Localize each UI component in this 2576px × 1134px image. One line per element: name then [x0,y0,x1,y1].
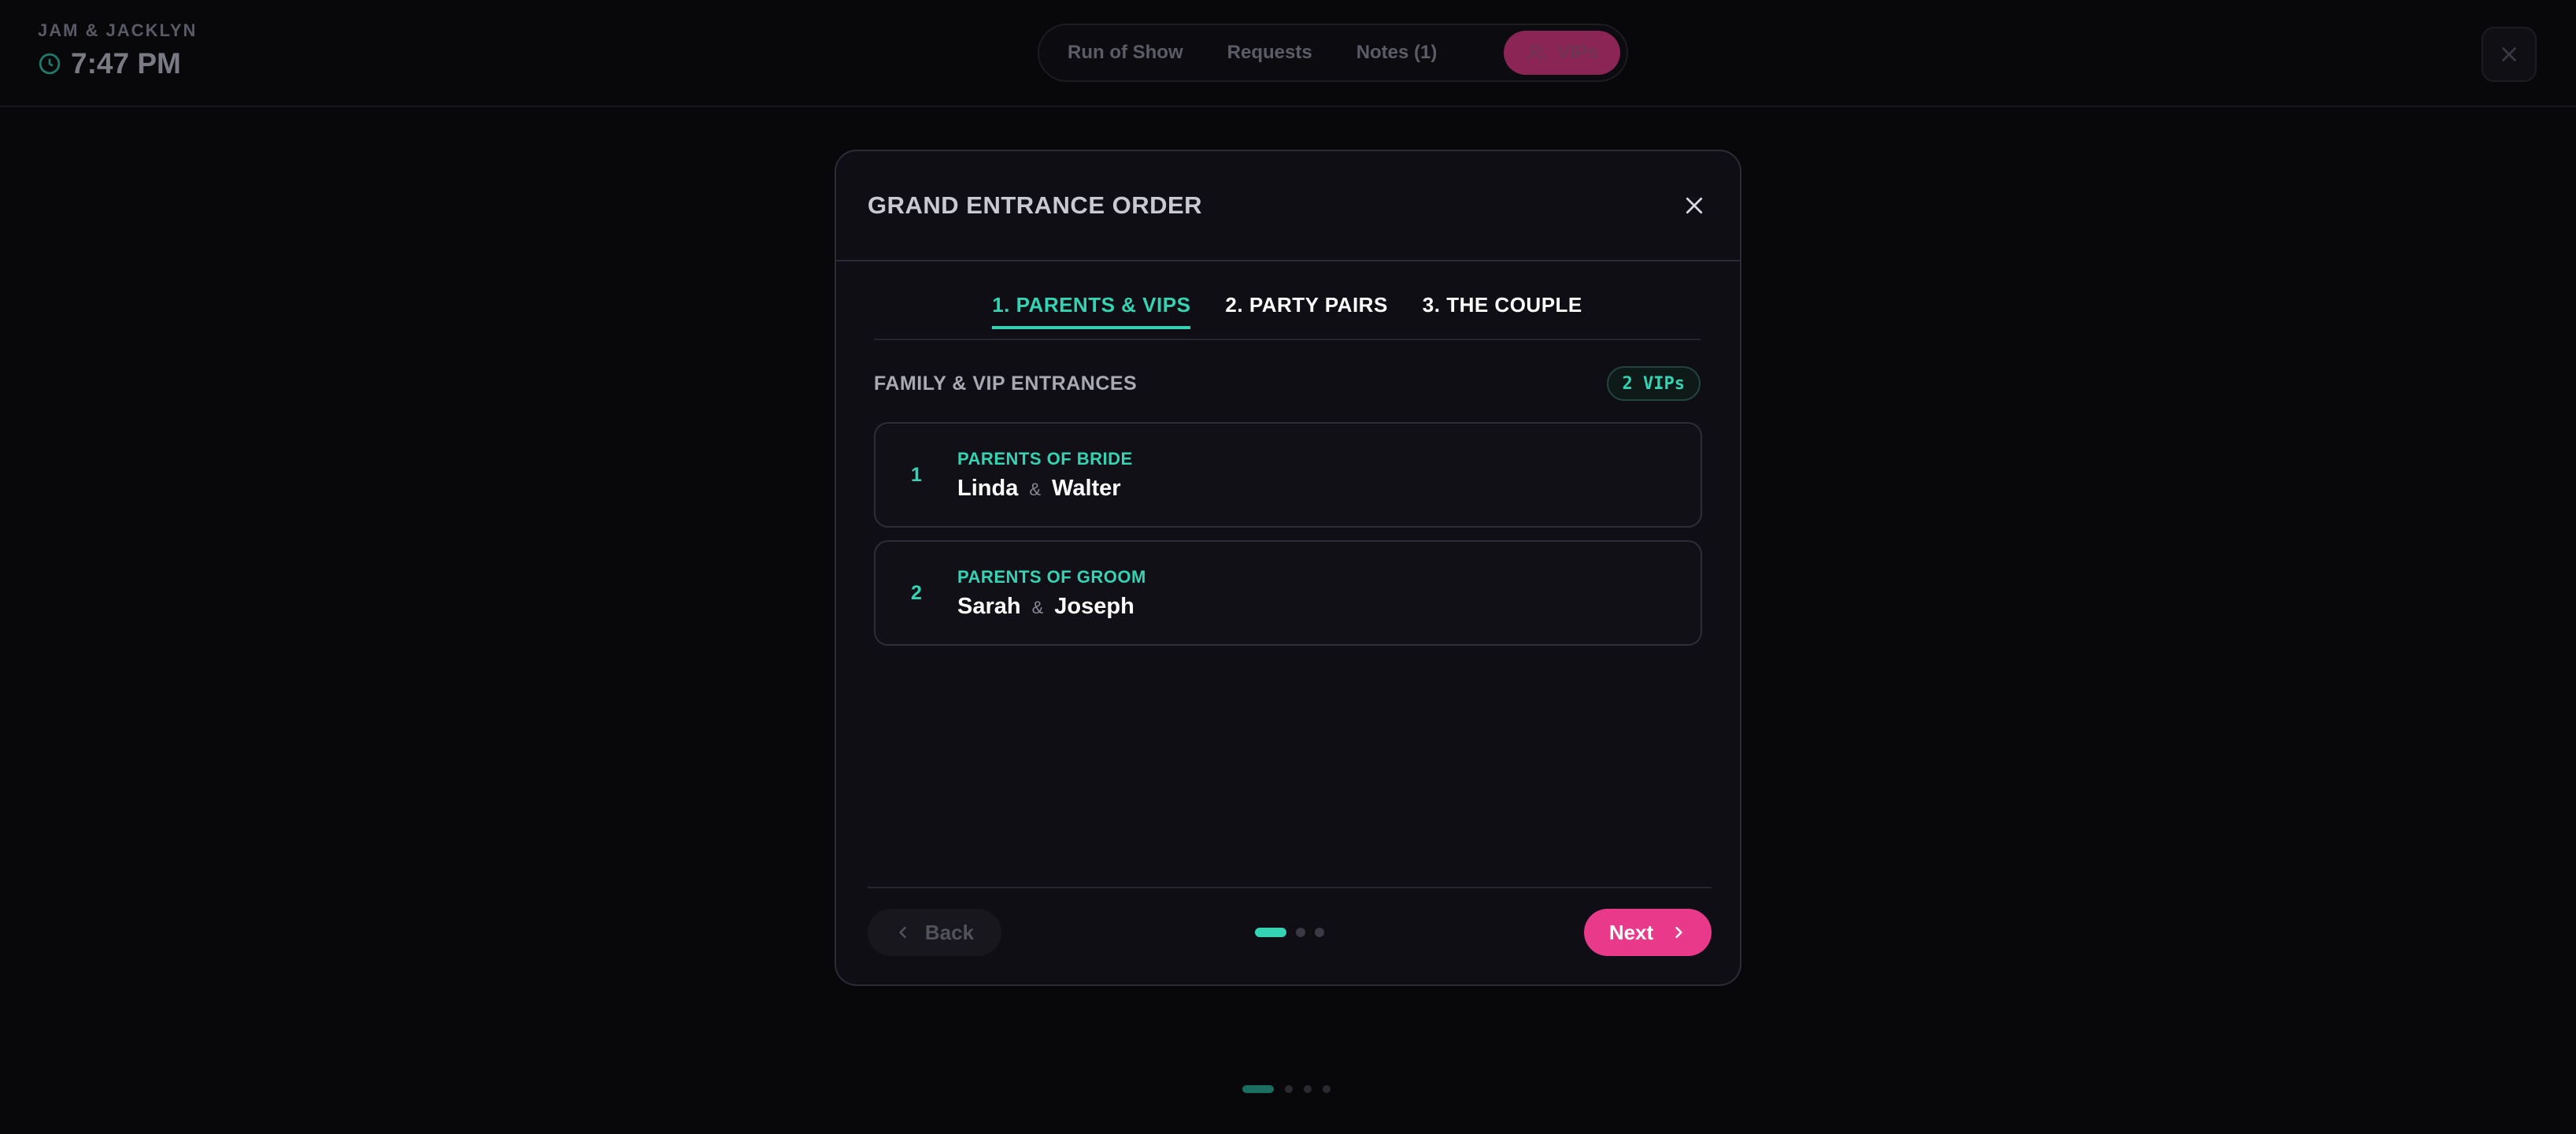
nav-vips-label: VIPs [1556,42,1598,63]
entrance-name-a: Sarah [957,593,1021,619]
tab-the-couple[interactable]: 3. THE COUPLE [1423,282,1582,329]
clock-time: 7:47 PM [71,47,181,80]
event-name: JAM & JACKLYN [38,20,198,40]
slide-dot[interactable] [1285,1085,1293,1093]
modal-close-button[interactable] [1672,183,1716,228]
entrance-name-a: Linda [957,475,1019,501]
top-bar: JAM & JACKLYN 7:47 PM Run of Show Reques… [0,0,2576,107]
tab-parents-vips[interactable]: 1. PARENTS & VIPS [992,282,1191,329]
entrance-name-b: Walter [1052,475,1121,501]
entrance-role: PARENTS OF GROOM [957,566,1146,587]
ampersand: & [1029,479,1042,499]
entrance-details: PARENTS OF GROOM Sarah & Joseph [957,567,1146,620]
entrance-names: Sarah & Joseph [957,594,1146,620]
entrance-list: 1 PARENTS OF BRIDE Linda & Walter 2 PARE… [874,422,1702,658]
nav-run-of-show[interactable]: Run of Show [1046,31,1205,75]
close-icon [2502,47,2516,61]
slide-dot[interactable] [1304,1085,1312,1093]
tab-party-pairs[interactable]: 2. PARTY PAIRS [1225,282,1387,329]
close-icon [1686,197,1703,214]
entrance-item[interactable]: 1 PARENTS OF BRIDE Linda & Walter [874,422,1702,528]
modal-title: GRAND ENTRANCE ORDER [868,191,1203,219]
entrance-tabs: 1. PARENTS & VIPS 2. PARTY PAIRS 3. THE … [874,282,1701,340]
section-header: FAMILY & VIP ENTRANCES 2 VIPs [874,365,1701,402]
slide-indicator [1242,1085,1331,1093]
clock-row: 7:47 PM [38,47,197,80]
ampersand: & [1031,597,1044,617]
nav-notes[interactable]: Notes (1) [1334,31,1460,75]
grand-entrance-modal: GRAND ENTRANCE ORDER 1. PARENTS & VIPS 2… [835,150,1741,986]
users-icon [1527,45,1547,61]
slide-dot[interactable] [1242,1085,1274,1093]
section-title: FAMILY & VIP ENTRANCES [874,372,1138,395]
modal-header: GRAND ENTRANCE ORDER [836,151,1740,261]
step-dot [1296,928,1305,937]
entrance-number: 2 [911,581,922,604]
entrance-number: 1 [911,463,922,486]
entrance-details: PARENTS OF BRIDE Linda & Walter [957,449,1133,502]
step-dot [1315,928,1324,937]
step-indicator [868,928,1712,937]
entrance-item[interactable]: 2 PARENTS OF GROOM Sarah & Joseph [874,540,1702,646]
entrance-role: PARENTS OF BRIDE [957,448,1133,469]
step-dot [1255,928,1286,937]
event-brand: JAM & JACKLYN 7:47 PM [38,20,197,80]
page-close-button[interactable] [2482,27,2537,82]
nav-vips[interactable]: VIPs [1503,31,1620,75]
entrance-name-b: Joseph [1054,593,1134,619]
main-nav: Run of Show Requests Notes (1) VIPs [1038,24,1628,82]
vip-count-badge: 2 VIPs [1606,366,1701,401]
entrance-names: Linda & Walter [957,476,1133,502]
clock-icon [39,53,61,75]
modal-footer: Back Next [868,887,1712,958]
slide-dot[interactable] [1323,1085,1331,1093]
nav-requests[interactable]: Requests [1205,31,1334,75]
